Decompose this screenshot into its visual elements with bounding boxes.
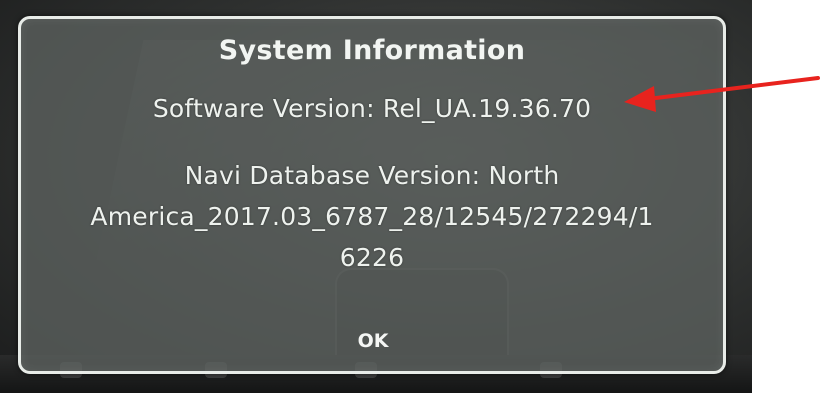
navi-database-version-line-2: America_2017.03_6787_28/12545/272294/1	[90, 202, 654, 231]
ok-button[interactable]: OK	[325, 319, 421, 363]
navi-database-version-line-3: 6226	[339, 243, 405, 272]
navi-database-version-line-1: Navi Database Version: North	[184, 161, 560, 190]
red-arrow-icon	[624, 76, 820, 112]
dialog-title: System Information	[218, 35, 526, 66]
